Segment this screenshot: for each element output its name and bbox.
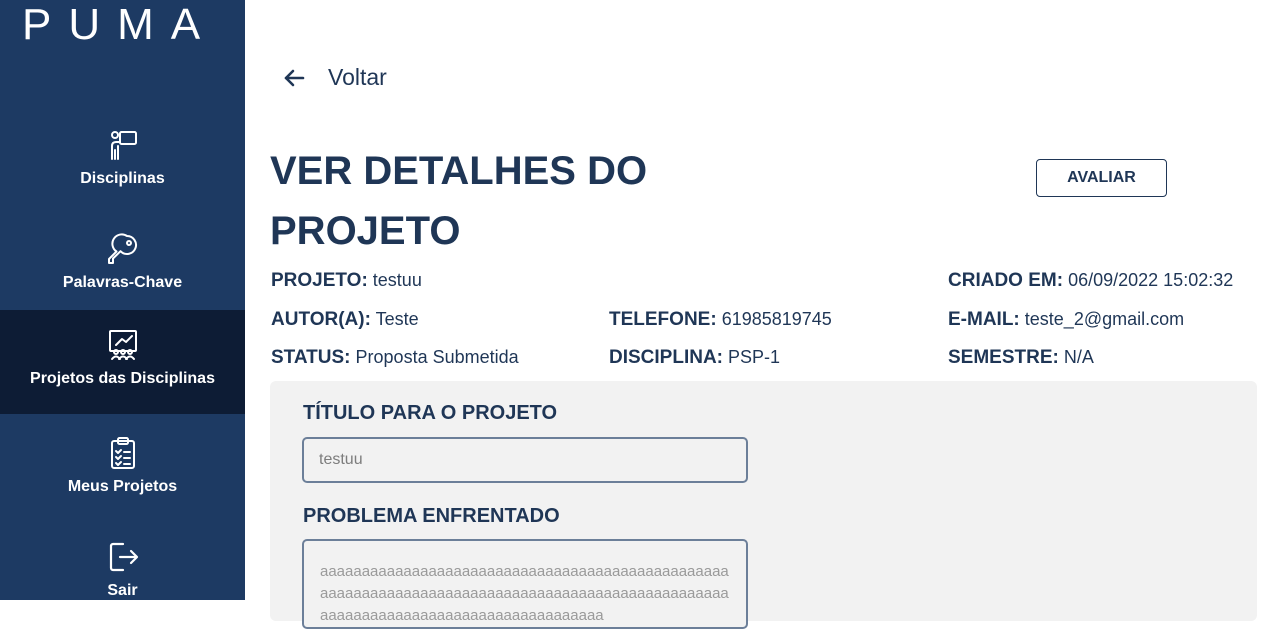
- evaluate-button[interactable]: AVALIAR: [1036, 159, 1167, 197]
- back-link[interactable]: Voltar: [282, 64, 387, 91]
- sidebar-item-palavras-chave[interactable]: Palavras-Chave: [0, 220, 245, 324]
- page-title: VER DETALHES DO PROJETO: [270, 149, 648, 253]
- sidebar-item-label: Meus Projetos: [67, 478, 178, 495]
- problem-textarea[interactable]: aaaaaaaaaaaaaaaaaaaaaaaaaaaaaaaaaaaaaaaa…: [302, 539, 748, 629]
- sidebar: PUMA Disciplinas Palavras-Chave Projetos…: [0, 0, 245, 600]
- back-label: Voltar: [328, 64, 387, 90]
- email-label: E-MAIL:: [948, 309, 1020, 330]
- semester-label: SEMESTRE:: [948, 347, 1059, 368]
- key-icon: [107, 233, 137, 264]
- author-value: Teste: [375, 309, 419, 329]
- title-field-label: TÍTULO PARA O PROJETO: [303, 402, 558, 424]
- email-info: E-MAIL: teste_2@gmail.com: [948, 309, 1184, 331]
- teacher-board-icon: [110, 131, 137, 160]
- sidebar-item-label: Disciplinas: [80, 170, 165, 187]
- logout-icon: [109, 542, 138, 572]
- semester-value: N/A: [1063, 347, 1094, 367]
- app-logo: PUMA: [22, 0, 218, 49]
- sidebar-item-meus-projetos[interactable]: Meus Projetos: [0, 424, 245, 528]
- status-info: STATUS: Proposta Submetida: [271, 347, 519, 369]
- project-value: testuu: [372, 270, 422, 290]
- problem-field-label: PROBLEMA ENFRENTADO: [303, 505, 560, 527]
- sidebar-item-sair[interactable]: Sair: [0, 528, 245, 632]
- sidebar-item-disciplinas[interactable]: Disciplinas: [0, 116, 245, 220]
- arrow-left-icon: [284, 69, 305, 86]
- project-label: PROJETO:: [271, 270, 368, 291]
- sidebar-item-label: Palavras-Chave: [62, 274, 183, 291]
- author-info: AUTOR(A): Teste: [271, 309, 419, 331]
- status-value: Proposta Submetida: [355, 347, 519, 367]
- discipline-label: DISCIPLINA:: [609, 347, 723, 368]
- author-label: AUTOR(A):: [271, 309, 371, 330]
- discipline-info: DISCIPLINA: PSP-1: [609, 347, 780, 369]
- project-title-input[interactable]: [302, 437, 748, 483]
- phone-value: 61985819745: [721, 309, 832, 329]
- created-at-value: 06/09/2022 15:02:32: [1068, 270, 1234, 290]
- discipline-value: PSP-1: [728, 347, 781, 367]
- phone-label: TELEFONE:: [609, 309, 717, 330]
- created-at-label: CRIADO EM:: [948, 270, 1064, 291]
- clipboard-checklist-icon: [110, 437, 135, 469]
- sidebar-item-label: Projetos das Disciplinas: [30, 370, 215, 387]
- phone-info: TELEFONE: 61985819745: [609, 309, 832, 331]
- semester-info: SEMESTRE: N/A: [948, 347, 1094, 369]
- class-presentation-icon: [108, 330, 137, 360]
- email-value: teste_2@gmail.com: [1024, 309, 1185, 329]
- created-at-info: CRIADO EM: 06/09/2022 15:02:32: [948, 270, 1233, 292]
- status-label: STATUS:: [271, 347, 351, 368]
- sidebar-item-label: Sair: [107, 582, 138, 599]
- project-info: PROJETO: testuu: [271, 270, 422, 292]
- sidebar-item-projetos-disciplinas[interactable]: Projetos das Disciplinas: [0, 310, 245, 414]
